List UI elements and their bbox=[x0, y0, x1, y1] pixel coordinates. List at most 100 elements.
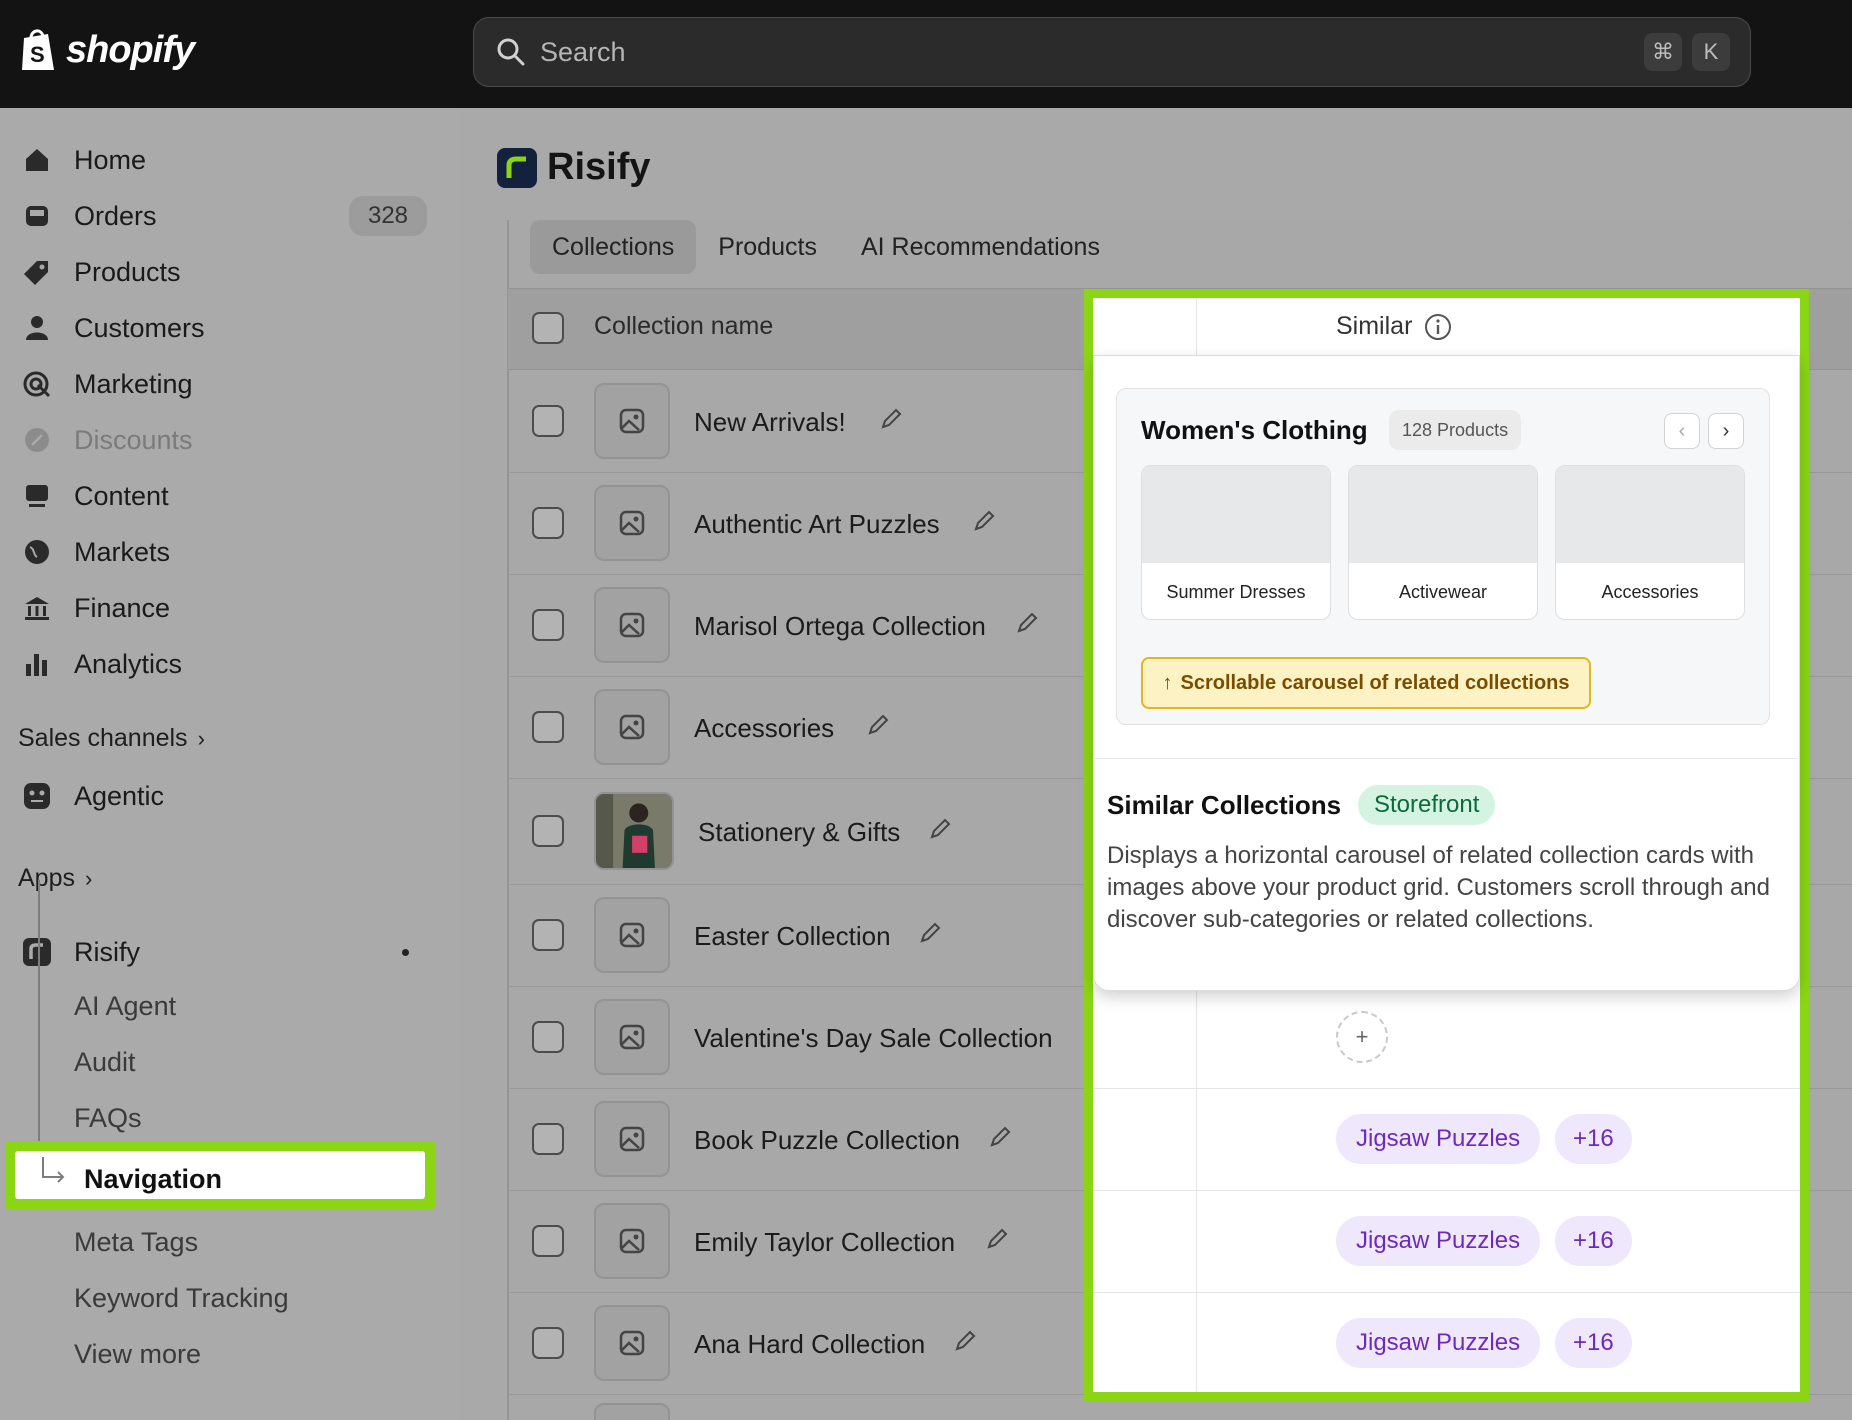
collection-name: Stationery & Gifts bbox=[698, 817, 901, 847]
row-checkbox[interactable] bbox=[532, 1327, 564, 1359]
sidebar-item-markets[interactable]: Markets bbox=[0, 527, 440, 577]
card-label: Activewear bbox=[1398, 581, 1488, 602]
row-checkbox[interactable] bbox=[532, 1123, 564, 1155]
pencil-icon[interactable] bbox=[953, 1329, 977, 1353]
carousel-card[interactable]: Summer Dresses bbox=[1141, 465, 1331, 620]
carousel-card[interactable]: Activewear bbox=[1348, 465, 1538, 620]
collection-name: New Arrivals! bbox=[694, 407, 846, 437]
sidebar-item-label: Markets bbox=[74, 536, 171, 567]
agentic-icon bbox=[22, 781, 52, 811]
card-label: Accessories bbox=[1601, 581, 1699, 602]
row-checkbox[interactable] bbox=[532, 1225, 564, 1257]
collection-name: Emily Taylor Collection bbox=[694, 1227, 956, 1257]
carousel-next-button[interactable]: › bbox=[1708, 413, 1744, 449]
sidebar-subitem-view-more[interactable]: View more bbox=[74, 1339, 201, 1370]
page-title: Risify bbox=[497, 146, 650, 189]
similar-header: Similar bbox=[1336, 312, 1452, 341]
sidebar-item-finance[interactable]: Finance bbox=[0, 583, 440, 633]
row-checkbox[interactable] bbox=[532, 405, 564, 437]
tab-products[interactable]: Products bbox=[696, 220, 839, 274]
collection-image-placeholder bbox=[594, 1203, 670, 1279]
bar-chart-icon bbox=[22, 649, 52, 679]
sidebar-item-analytics[interactable]: Analytics bbox=[0, 639, 440, 689]
collection-image-placeholder bbox=[594, 897, 670, 973]
tab-collections[interactable]: Collections bbox=[530, 220, 697, 274]
row-checkbox[interactable] bbox=[532, 1021, 564, 1053]
row-checkbox[interactable] bbox=[532, 609, 564, 641]
collection-name: Marisol Ortega Collection bbox=[694, 611, 986, 641]
similar-more-tag[interactable]: +16 bbox=[1555, 1216, 1632, 1266]
collection-image-placeholder bbox=[594, 1403, 670, 1420]
sidebar-subitem-audit[interactable]: Audit bbox=[74, 1047, 136, 1078]
shopify-wordmark: shopify bbox=[66, 28, 195, 71]
tab-bar: Collections Products AI Recommendations bbox=[530, 220, 1122, 274]
collection-image-placeholder bbox=[594, 587, 670, 663]
sidebar-subitem-keyword-tracking[interactable]: Keyword Tracking bbox=[74, 1283, 289, 1314]
similar-tag[interactable]: Jigsaw Puzzles bbox=[1336, 1216, 1541, 1266]
product-photo-image bbox=[596, 794, 672, 868]
row-checkbox[interactable] bbox=[532, 815, 564, 847]
collection-name: Valentine's Day Sale Collection bbox=[694, 1023, 1053, 1053]
pencil-icon[interactable] bbox=[918, 921, 942, 945]
pencil-icon[interactable] bbox=[879, 407, 903, 431]
similar-more-tag[interactable]: +16 bbox=[1555, 1318, 1632, 1368]
sidebar-item-label: Marketing bbox=[74, 368, 193, 399]
sidebar-subitem-faqs[interactable]: FAQs bbox=[74, 1103, 142, 1134]
pencil-icon[interactable] bbox=[866, 713, 890, 737]
image-icon bbox=[619, 408, 645, 434]
sidebar-item-marketing[interactable]: Marketing bbox=[0, 359, 440, 409]
pencil-icon[interactable] bbox=[988, 1125, 1012, 1149]
similar-tag[interactable]: Jigsaw Puzzles bbox=[1336, 1114, 1541, 1164]
sales-channels-header[interactable]: Sales channels › bbox=[18, 724, 205, 753]
sidebar-subitem-ai-agent[interactable]: AI Agent bbox=[74, 991, 176, 1022]
card-image-placeholder bbox=[1556, 466, 1744, 563]
carousel-card[interactable]: Accessories bbox=[1555, 465, 1745, 620]
globe-icon bbox=[22, 537, 52, 567]
sidebar-item-home[interactable]: Home bbox=[0, 135, 440, 185]
card-label: Summer Dresses bbox=[1166, 581, 1306, 602]
svg-text:S: S bbox=[30, 42, 45, 67]
info-icon[interactable] bbox=[1424, 313, 1452, 341]
sidebar-item-customers[interactable]: Customers bbox=[0, 303, 440, 353]
pencil-icon[interactable] bbox=[928, 817, 952, 841]
similar-more-tag[interactable]: +16 bbox=[1555, 1114, 1632, 1164]
similar-tag[interactable]: Jigsaw Puzzles bbox=[1336, 1318, 1541, 1368]
orders-count-badge: 328 bbox=[349, 196, 427, 236]
sidebar-subitem-meta-tags[interactable]: Meta Tags bbox=[74, 1227, 198, 1258]
kbd-k: K bbox=[1692, 33, 1730, 71]
tree-connector bbox=[38, 880, 40, 1170]
sidebar-item-agentic[interactable]: Agentic bbox=[0, 771, 440, 821]
sidebar-subitem-navigation[interactable]: Navigation bbox=[5, 1141, 435, 1209]
sidebar-item-risify[interactable]: Risify bbox=[0, 927, 440, 977]
sidebar-item-orders[interactable]: Orders 328 bbox=[0, 191, 440, 241]
image-icon bbox=[619, 612, 645, 638]
row-checkbox[interactable] bbox=[532, 507, 564, 539]
search-input[interactable]: Search ⌘ K bbox=[473, 17, 1751, 87]
person-icon bbox=[22, 313, 52, 343]
add-similar-button[interactable]: + bbox=[1336, 1011, 1388, 1063]
bank-icon bbox=[22, 593, 52, 623]
shopify-logo[interactable]: S shopify bbox=[18, 26, 195, 74]
sidebar-item-label: Agentic bbox=[74, 780, 165, 811]
top-bar: S shopify Search ⌘ K bbox=[0, 0, 1852, 108]
pencil-icon[interactable] bbox=[972, 509, 996, 533]
image-icon bbox=[619, 1330, 645, 1356]
sidebar-item-products[interactable]: Products bbox=[0, 247, 440, 297]
pencil-icon[interactable] bbox=[1015, 611, 1039, 635]
tab-ai-recommendations[interactable]: AI Recommendations bbox=[839, 220, 1122, 274]
product-count-badge: 128 Products bbox=[1389, 410, 1522, 450]
chevron-right-icon: › bbox=[84, 865, 93, 891]
select-all-checkbox[interactable] bbox=[532, 312, 564, 344]
chevron-right-icon: › bbox=[197, 725, 205, 751]
row-checkbox[interactable] bbox=[532, 919, 564, 951]
similar-header-label: Similar bbox=[1336, 312, 1413, 340]
apps-header[interactable]: Apps › bbox=[18, 864, 92, 893]
row-checkbox[interactable] bbox=[532, 711, 564, 743]
sidebar-item-content[interactable]: Content bbox=[0, 471, 440, 521]
pencil-icon[interactable] bbox=[985, 1227, 1009, 1251]
chevron-left-icon: ‹ bbox=[1678, 419, 1686, 442]
carousel-prev-button[interactable]: ‹ bbox=[1664, 413, 1700, 449]
sidebar-item-discounts[interactable]: Discounts bbox=[0, 415, 440, 465]
discount-icon bbox=[22, 425, 52, 455]
sidebar-item-label: Risify bbox=[74, 936, 140, 967]
